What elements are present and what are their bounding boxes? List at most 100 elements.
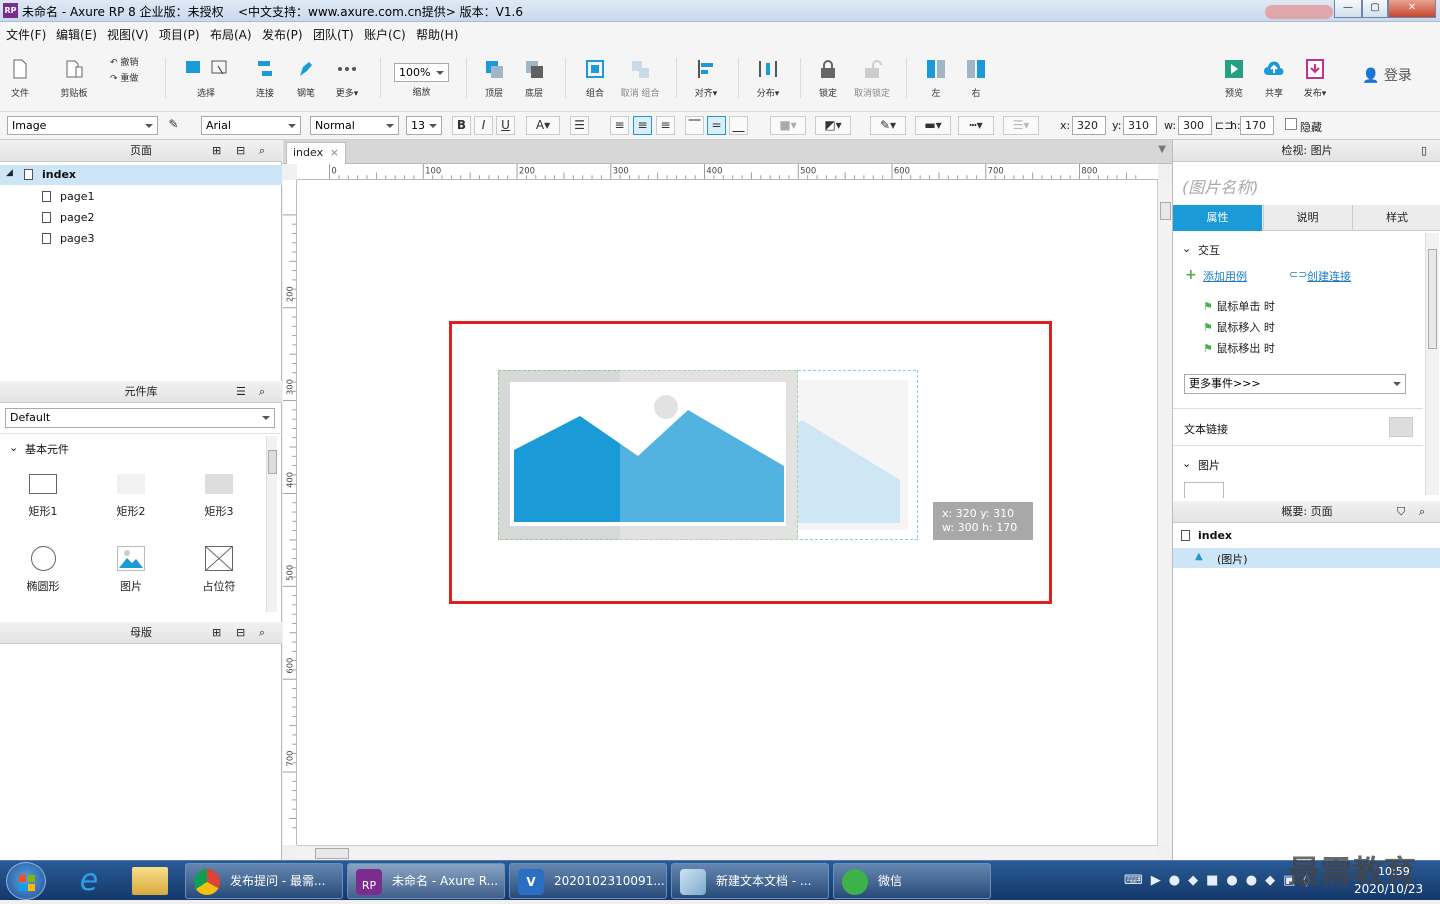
underline-button[interactable]: U <box>496 116 515 135</box>
page-row-page1[interactable]: page1 <box>0 187 282 207</box>
tab-style[interactable]: 样式 <box>1352 205 1440 231</box>
event-onclick[interactable]: ⚑ 鼠标单击 时 <box>1203 298 1275 314</box>
menu-layout[interactable]: 布局(A) <box>210 26 252 43</box>
task-chrome[interactable]: 发布提问 - 最需... <box>185 863 343 899</box>
h-input[interactable]: 170 <box>1240 116 1274 135</box>
align-center-button[interactable]: ≡ <box>633 116 652 135</box>
tab-notes[interactable]: 说明 <box>1263 205 1351 231</box>
clock-date[interactable]: 2020/10/23 <box>1354 882 1423 896</box>
preview-button[interactable]: 预览 <box>1220 58 1248 99</box>
line-width-button[interactable]: ▬▾ <box>915 116 951 135</box>
undo-button[interactable]: ↶ 撤销 <box>110 55 150 68</box>
maximize-button[interactable]: ▢ <box>1362 0 1388 18</box>
image-widget[interactable] <box>498 370 798 540</box>
style-edit-icon[interactable]: ✎ <box>164 116 183 135</box>
distribute-button[interactable]: 分布▾ <box>750 58 786 99</box>
event-onmouseout[interactable]: ⚑ 鼠标移出 时 <box>1203 340 1275 356</box>
connect-button[interactable]: 连接 <box>250 58 280 99</box>
widget-ellipse[interactable]: 椭圆形 <box>8 546 78 594</box>
tab-overflow-icon[interactable]: ▼ <box>1158 144 1166 155</box>
add-page-icon[interactable]: ⊞ <box>212 140 221 162</box>
vertical-scrollbar[interactable] <box>1157 180 1172 845</box>
chevron-down-icon[interactable]: ⌄ <box>1182 457 1191 470</box>
menu-view[interactable]: 视图(V) <box>107 26 149 43</box>
fill-color-button[interactable]: ■▾ <box>770 116 806 135</box>
widget-rect1[interactable]: 矩形1 <box>8 474 78 519</box>
image-preview[interactable] <box>1184 482 1224 498</box>
widget-style-select[interactable]: Image <box>7 116 158 135</box>
tab-index[interactable]: index × <box>286 142 346 164</box>
menu-icon[interactable]: ☰ <box>236 381 246 403</box>
file-button[interactable]: 文件 <box>6 58 34 99</box>
group-button[interactable]: 组合 <box>580 58 610 99</box>
arrow-style-button[interactable]: ☰▾ <box>1003 116 1039 135</box>
menu-file[interactable]: 文件(F) <box>6 26 46 43</box>
widget-placeholder[interactable]: 占位符 <box>184 546 254 594</box>
add-master-icon[interactable]: ⊞ <box>212 622 221 644</box>
design-canvas[interactable]: x: 320 y: 310 w: 300 h: 170 <box>297 180 1158 845</box>
page-row-page2[interactable]: page2 <box>0 208 282 228</box>
tab-properties[interactable]: 属性 <box>1173 205 1262 231</box>
search-icon[interactable]: ⌕ <box>259 140 265 162</box>
w-input[interactable]: 300 <box>1178 116 1212 135</box>
menu-team[interactable]: 团队(T) <box>313 26 354 43</box>
bullet-list-button[interactable]: ☰ <box>570 116 589 135</box>
left-dock-button[interactable]: 左 <box>922 58 950 99</box>
zoom-select[interactable]: 100% <box>394 63 449 82</box>
bring-to-front-button[interactable]: 顶层 <box>480 58 508 99</box>
scroll-thumb[interactable] <box>1160 202 1171 220</box>
line-color-button[interactable]: ✎▾ <box>870 116 906 135</box>
valign-middle-button[interactable]: = <box>707 116 726 135</box>
widget-rect3[interactable]: 矩形3 <box>184 474 254 519</box>
italic-button[interactable]: I <box>474 116 493 135</box>
valign-bottom-button[interactable]: ⎽ <box>729 116 748 135</box>
inspector-scrollbar[interactable] <box>1425 233 1439 495</box>
task-axure[interactable]: RP 未命名 - Axure R... <box>347 863 505 899</box>
menu-edit[interactable]: 编辑(E) <box>56 26 97 43</box>
align-button[interactable]: 对齐▾ <box>688 58 724 99</box>
widget-image[interactable]: 图片 <box>96 546 166 594</box>
notes-icon[interactable]: ▯ <box>1421 140 1427 162</box>
close-window-button[interactable]: ✕ <box>1388 0 1436 18</box>
task-word[interactable]: V 2020102310091... <box>509 863 667 899</box>
font-color-button[interactable]: A▾ <box>526 116 560 135</box>
ie-icon[interactable]: e <box>66 865 112 897</box>
unlock-button[interactable]: 取消锁定 <box>852 58 892 99</box>
ungroup-button[interactable]: 取消 组合 <box>616 58 664 99</box>
menu-publish[interactable]: 发布(P) <box>262 26 303 43</box>
valign-top-button[interactable]: ⎺ <box>685 116 704 135</box>
right-dock-button[interactable]: 右 <box>962 58 990 99</box>
scroll-thumb[interactable] <box>1428 249 1437 349</box>
login-button[interactable]: 👤 登录 <box>1362 65 1418 85</box>
search-icon[interactable]: ⌕ <box>259 622 265 644</box>
horizontal-scrollbar[interactable] <box>297 845 1158 860</box>
create-link-link[interactable]: 创建连接 <box>1307 268 1351 284</box>
outline-root[interactable]: index <box>1198 529 1232 542</box>
scroll-thumb[interactable] <box>315 848 349 859</box>
add-folder-icon[interactable]: ⊟ <box>236 622 245 644</box>
filter-icon[interactable]: ⛉ <box>1397 501 1405 523</box>
font-family-select[interactable]: Arial <box>201 116 301 135</box>
collapse-icon[interactable]: ◢ <box>6 168 13 178</box>
search-icon[interactable]: ⌕ <box>259 381 265 403</box>
search-icon[interactable]: ⌕ <box>1419 501 1425 523</box>
font-weight-select[interactable]: Normal <box>310 116 399 135</box>
share-button[interactable]: 共享 <box>1259 58 1289 99</box>
page-row-index[interactable]: ◢ index <box>0 165 282 185</box>
clipboard-button[interactable]: 剪贴板 <box>56 58 92 99</box>
library-scrollbar[interactable] <box>266 436 277 612</box>
close-tab-icon[interactable]: × <box>330 143 339 163</box>
publish-button[interactable]: 发布▾ <box>1298 58 1332 99</box>
align-right-button[interactable]: ≡ <box>656 116 675 135</box>
page-row-page3[interactable]: page3 <box>0 229 282 249</box>
align-left-button[interactable]: ≡ <box>610 116 629 135</box>
widget-name-input[interactable]: (图片名称) <box>1182 174 1259 198</box>
more-events-select[interactable]: 更多事件>>> <box>1184 374 1406 394</box>
lock-button[interactable]: 锁定 <box>814 58 842 99</box>
x-input[interactable]: 320 <box>1072 116 1106 135</box>
redo-button[interactable]: ↷ 重做 <box>110 71 150 84</box>
widget-rect2[interactable]: 矩形2 <box>96 474 166 519</box>
task-notepad[interactable]: 新建文本文档 - ... <box>671 863 829 899</box>
scroll-thumb[interactable] <box>268 450 277 474</box>
add-folder-icon[interactable]: ⊟ <box>236 140 245 162</box>
